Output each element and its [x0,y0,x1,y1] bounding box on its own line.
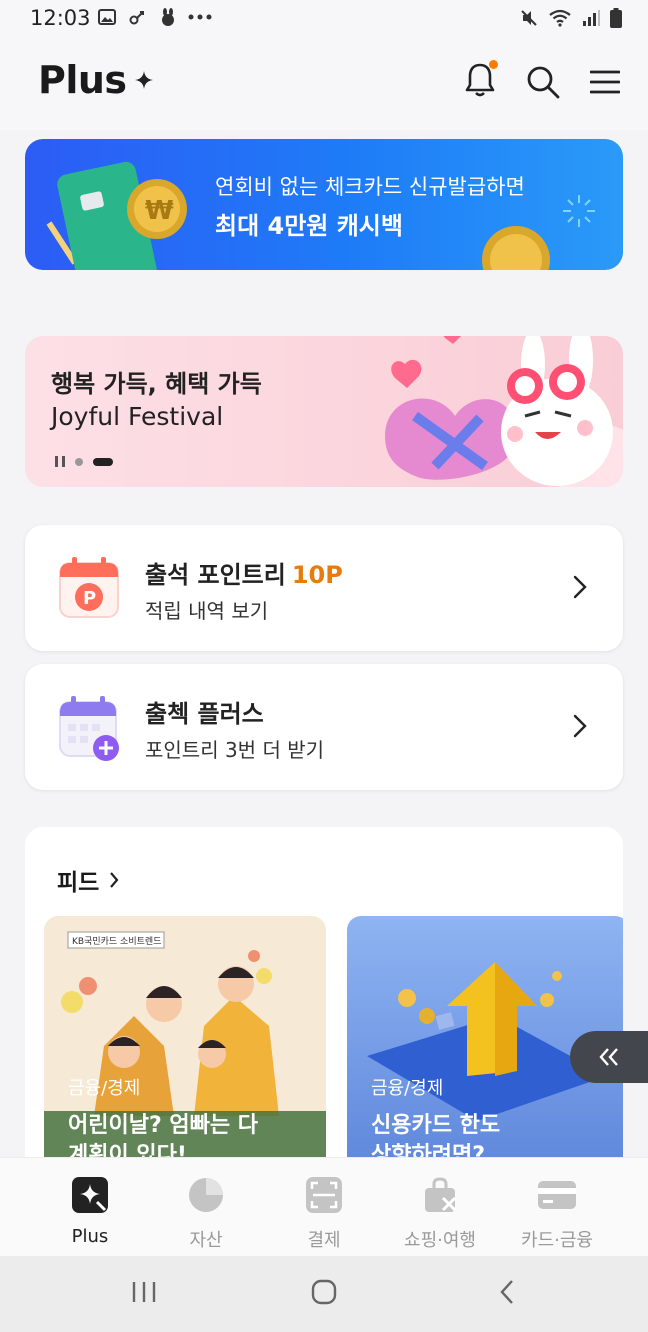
recent-apps-icon[interactable] [130,1278,158,1306]
status-right-icons [520,8,622,28]
chevron-right-icon [110,872,119,888]
menu-icon[interactable] [590,70,620,94]
signal-icon [583,10,600,26]
check-plus-title: 출첵 플러스 [145,700,264,728]
calendar-plus-icon [59,696,119,761]
calendar-points-icon: P [59,557,119,618]
feed-card[interactable]: KB국민카드 소비트렌드 금융/경제 어린이날? 엄빠는 다 계획이 있다! [44,916,326,1167]
feed-card-title-line: 신용카드 한도 [371,1113,501,1138]
tab-payment[interactable]: 결제 [264,1176,384,1252]
home-icon[interactable] [310,1278,338,1306]
chevron-right-icon [573,575,587,599]
shopping-bag-icon [425,1177,457,1212]
tab-label: Plus [71,1226,109,1247]
pie-chart-icon [189,1178,223,1212]
feed-header[interactable]: 피드 [57,863,119,897]
tab-label: 결제 [307,1230,341,1251]
rabbit-gift-illustration [385,336,623,487]
banner-line-1: 연회비 없는 체크카드 신규발급하면 [215,175,525,199]
app-header: Plus [0,40,648,130]
sparkle-card-icon [72,1177,108,1213]
check-plus-subtitle: 포인트리 3번 더 받기 [145,738,324,762]
notification-button[interactable] [464,60,498,102]
feed-card-category: 금융/경제 [68,1078,141,1099]
tab-label: 카드·금융 [521,1230,593,1251]
status-left-icons [98,8,212,26]
scan-icon [306,1177,342,1213]
banner-line-2: 최대 4만원 캐시백 [215,212,403,240]
sparkle-icon [134,71,153,89]
check-plus-card[interactable]: 출첵 플러스 포인트리 3번 더 받기 [25,664,623,790]
wifi-icon [549,9,571,27]
feed-heading: 피드 [57,870,100,896]
festival-title: 행복 가득, 혜택 가득 [51,370,262,398]
feed-card-category: 금융/경제 [371,1078,444,1099]
attendance-points-card[interactable]: P 출석 포인트리 10P 적립 내역 보기 [25,525,623,651]
attendance-subtitle: 적립 내역 보기 [145,599,269,623]
feed-section: 피드 KB국민카드 소비트렌드 금융/경제 어린이날? 엄빠는 다 계획이 있다… [25,827,623,1167]
feed-card-badge: KB국민카드 소비트렌드 [72,937,162,947]
tab-label: 자산 [189,1230,223,1251]
link-icon [129,11,144,25]
attendance-points-value: 10P [291,561,343,589]
svg-text:₩: ₩ [145,196,174,226]
chevron-right-icon [573,714,587,738]
coin-icon [482,226,550,270]
header-actions [464,60,620,102]
app-logo[interactable]: Plus [38,58,153,102]
sparkle-decoration [563,195,595,227]
rabbit-icon [162,8,174,26]
logo-text: Plus [38,58,127,102]
pager-dot[interactable] [75,457,83,466]
double-chevron-left-icon [599,1048,618,1066]
tab-assets[interactable]: 자산 [146,1176,266,1252]
attendance-title: 출석 포인트리 10P [145,555,343,590]
festival-banner[interactable]: 행복 가득, 혜택 가득 Joyful Festival [25,336,623,487]
tab-card-finance[interactable]: 카드·금융 [497,1176,617,1252]
status-bar: 12:03 [0,0,648,40]
banner-pager[interactable] [55,456,113,467]
attendance-title-text: 출석 포인트리 [145,561,286,589]
notification-dot [489,60,498,69]
mute-icon [521,10,537,26]
status-time: 12:03 [30,6,91,30]
back-icon[interactable] [494,1278,522,1306]
collapse-side-button[interactable] [570,1031,648,1083]
feed-card-title-line: 어린이날? 엄빠는 다 [68,1113,259,1138]
battery-icon [610,8,622,28]
gallery-icon [98,9,116,25]
search-icon[interactable] [526,65,560,99]
tab-label: 쇼핑·여행 [404,1230,476,1251]
more-icon [188,14,212,20]
festival-subtitle: Joyful Festival [51,402,224,431]
system-navigation-bar [0,1256,648,1332]
check-card-illustration: ₩ [46,161,187,270]
svg-text:P: P [83,588,96,609]
card-icon [538,1181,576,1209]
cashback-banner[interactable]: ₩ 연회비 없는 체크카드 신규발급하면 최대 4만원 캐시백 [25,139,623,270]
pager-dot-active[interactable] [93,457,113,466]
bottom-tab-bar: Plus 자산 결제 쇼핑·여행 카드·금융 [0,1157,648,1257]
tab-plus[interactable]: Plus [30,1176,150,1247]
tab-shopping-travel[interactable]: 쇼핑·여행 [380,1176,500,1252]
pause-icon[interactable] [55,456,65,467]
